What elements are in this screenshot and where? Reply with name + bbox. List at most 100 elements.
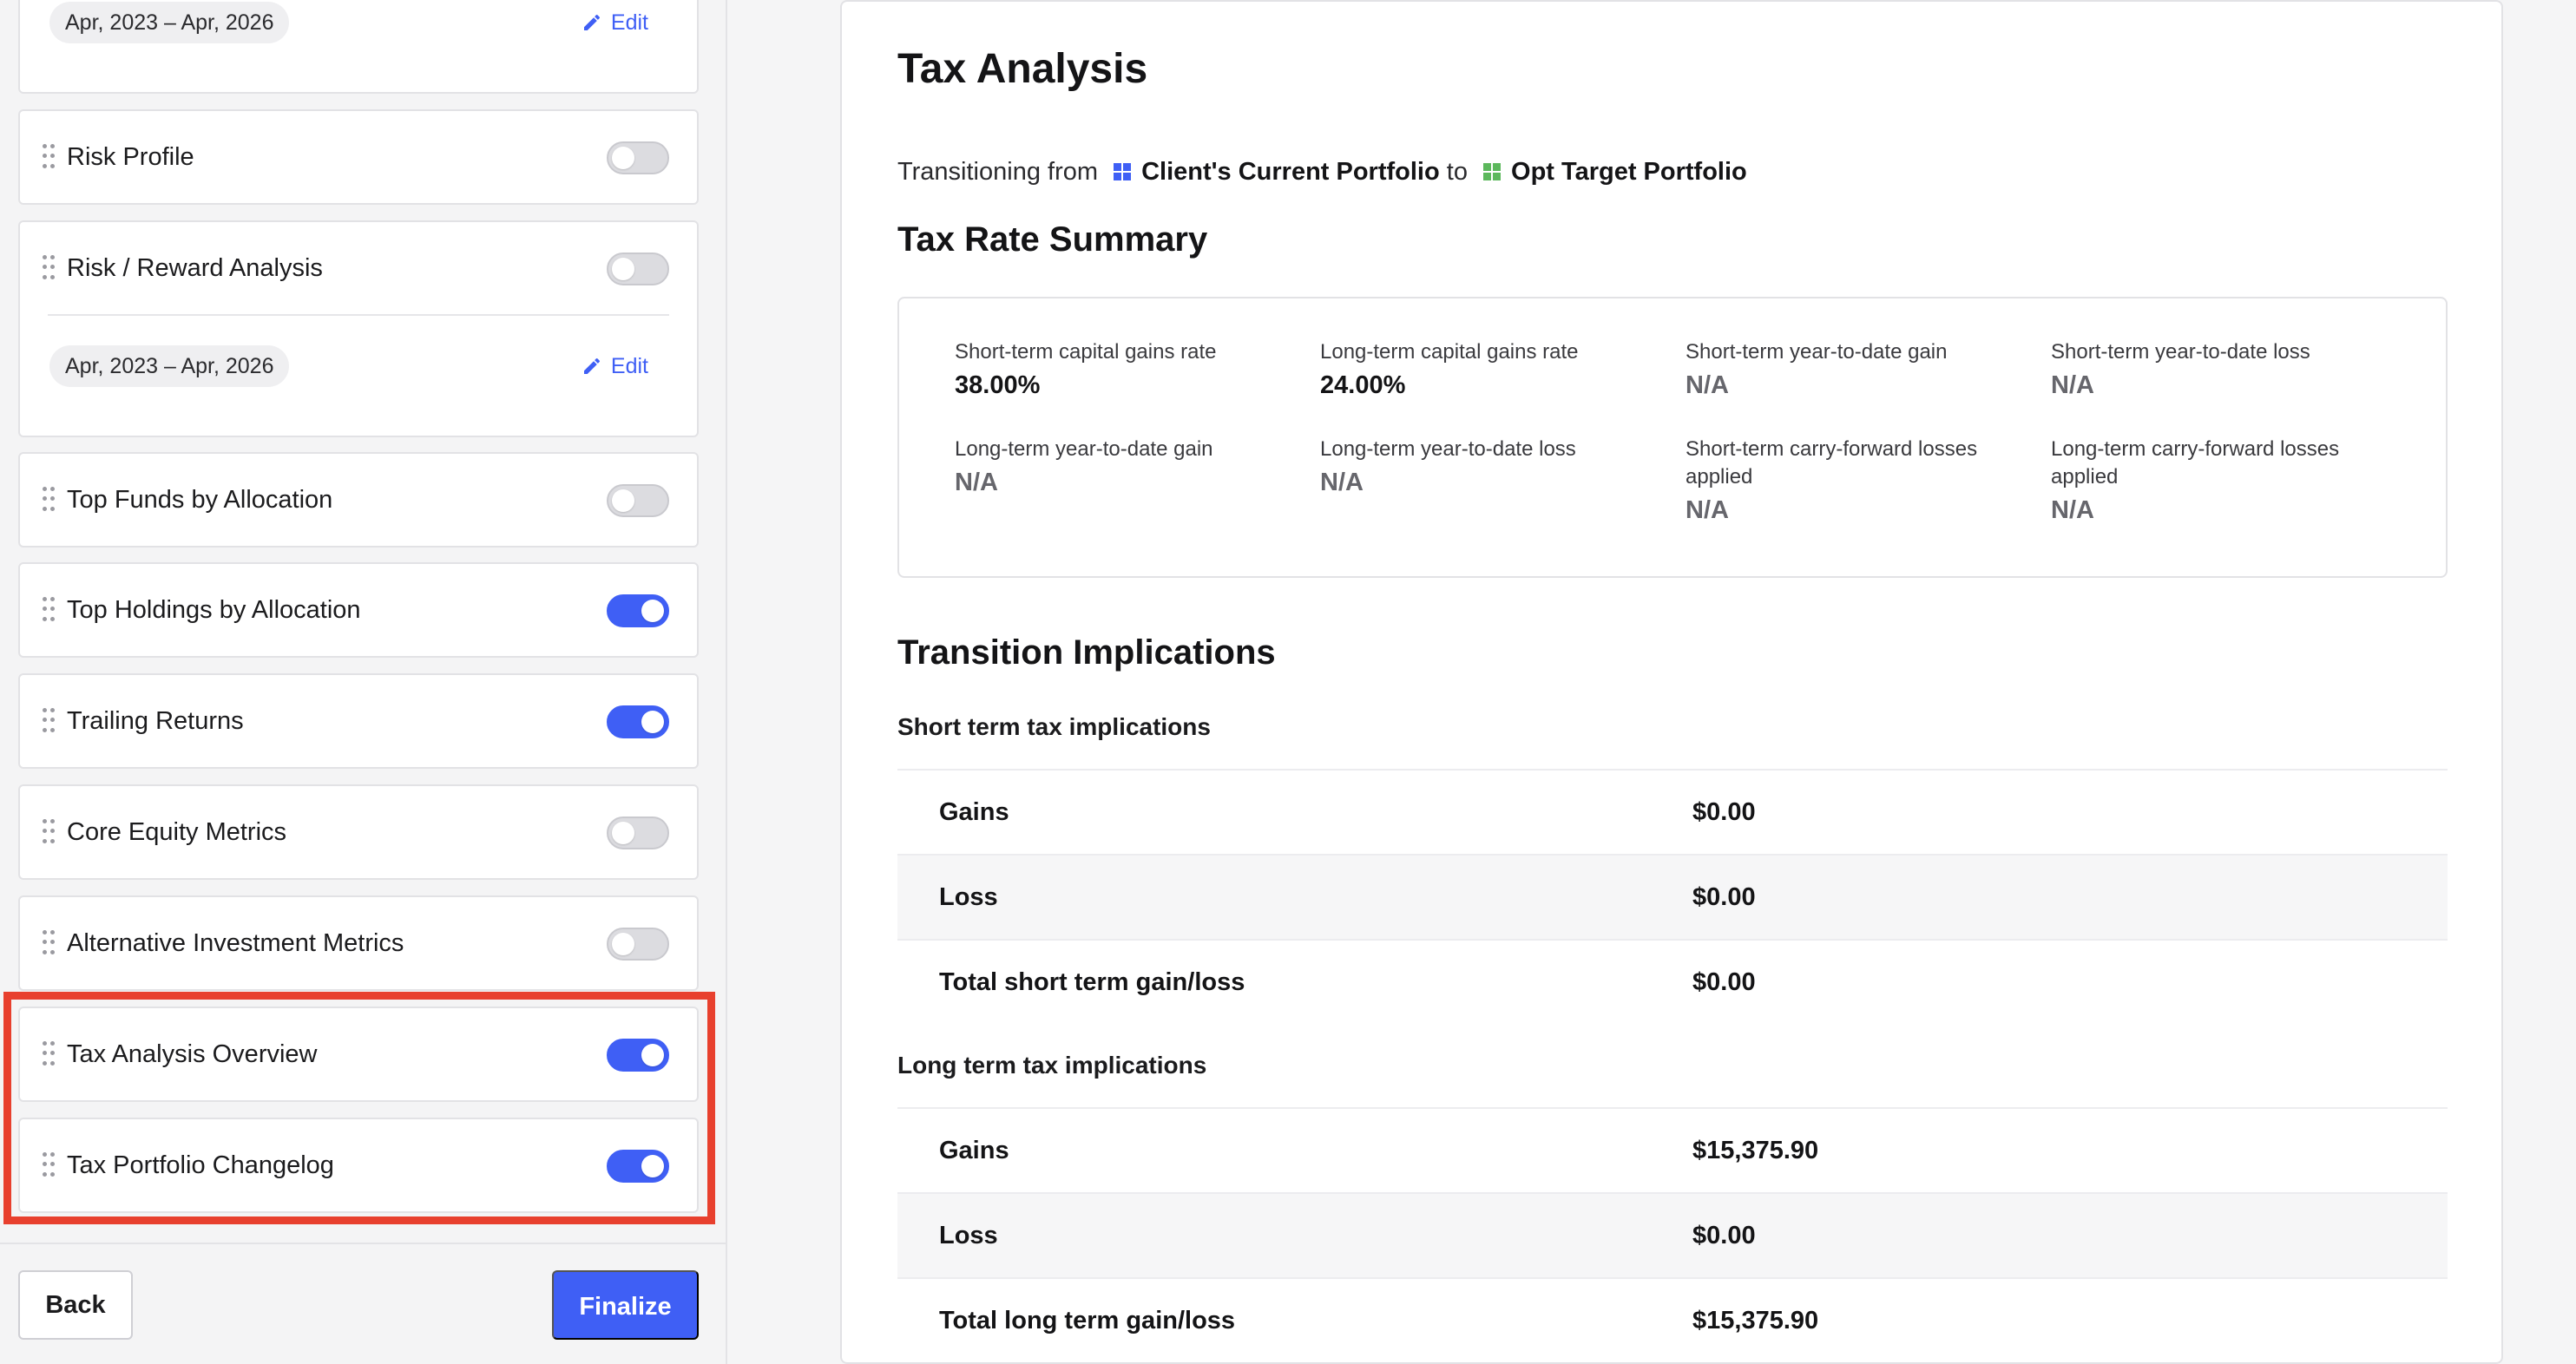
tax-rate-summary-heading: Tax Rate Summary	[897, 220, 1208, 259]
row-value: $15,375.90	[1692, 1137, 1819, 1164]
row-label: Total short term gain/loss	[939, 968, 1245, 996]
grid-icon	[1114, 163, 1133, 182]
drag-handle-icon[interactable]	[43, 597, 55, 623]
date-range-pill: Apr, 2023 – Apr, 2026	[49, 345, 290, 387]
to-portfolio-name: Opt Target Portfolio	[1511, 158, 1747, 186]
transition-summary: Transitioning from Client's Current Port…	[897, 158, 1747, 187]
tax-rate-summary-card: Short-term capital gains rate 38.00% Lon…	[897, 297, 2448, 578]
metric-value: 24.00%	[1320, 371, 1406, 399]
section-card-top-funds: Top Funds by Allocation	[18, 452, 699, 548]
section-toggle[interactable]	[607, 484, 669, 517]
section-label: Core Equity Metrics	[67, 818, 287, 846]
section-label: Tax Portfolio Changelog	[67, 1151, 334, 1179]
metric-label: Short-term carry-forward losses applied	[1686, 437, 1978, 489]
edit-date-range-link[interactable]: Edit	[582, 345, 648, 387]
row-value: $0.00	[1692, 1222, 1756, 1249]
metric-label: Long-term year-to-date gain	[955, 437, 1213, 461]
section-toggle[interactable]	[607, 928, 669, 961]
section-label: Risk Profile	[67, 143, 194, 171]
edit-label: Edit	[610, 10, 648, 35]
transition-prefix: Transitioning from	[897, 158, 1099, 186]
drag-handle-icon[interactable]	[43, 1041, 55, 1067]
drag-handle-icon[interactable]	[43, 819, 55, 845]
metric-label: Long-term year-to-date loss	[1320, 437, 1576, 461]
metric-label: Long-term carry-forward losses applied	[2051, 437, 2340, 489]
section-card-trailing-returns: Trailing Returns	[18, 673, 699, 769]
metric-st-ytd-loss: Short-term year-to-date loss N/A	[2051, 338, 2398, 404]
drag-handle-icon[interactable]	[43, 1152, 55, 1178]
metric-label: Long-term capital gains rate	[1320, 340, 1579, 364]
section-card-alternative-investment-metrics: Alternative Investment Metrics	[18, 895, 699, 991]
section-toggle[interactable]	[607, 816, 669, 849]
section-label: Alternative Investment Metrics	[67, 929, 404, 957]
metric-lt-capital-gains-rate: Long-term capital gains rate 24.00%	[1320, 338, 1667, 404]
metric-value: N/A	[1686, 496, 1729, 524]
drag-handle-icon[interactable]	[43, 930, 55, 956]
section-toggle[interactable]	[607, 252, 669, 285]
row-label: Loss	[939, 883, 998, 911]
section-toggle[interactable]	[607, 594, 669, 627]
date-range-pill: Apr, 2023 – Apr, 2026	[49, 2, 290, 43]
row-label: Gains	[939, 798, 1009, 826]
section-card-tax-analysis-overview: Tax Analysis Overview	[18, 1007, 699, 1102]
app-root: Apr, 2023 – Apr, 2026 Edit Risk Profile …	[0, 0, 2576, 1364]
row-value: $0.00	[1692, 883, 1756, 911]
transition-connector: to	[1446, 158, 1468, 186]
metric-label: Short-term year-to-date loss	[2051, 340, 2310, 364]
section-card-previous: Apr, 2023 – Apr, 2026 Edit	[18, 0, 699, 94]
section-label: Risk / Reward Analysis	[67, 254, 323, 282]
transition-implications-heading: Transition Implications	[897, 633, 1276, 672]
table-row: Loss $0.00	[897, 1192, 2448, 1277]
metric-st-ytd-gain: Short-term year-to-date gain N/A	[1686, 338, 2033, 404]
metric-st-capital-gains-rate: Short-term capital gains rate 38.00%	[955, 338, 1302, 404]
row-value: $0.00	[1692, 968, 1756, 996]
page-title: Tax Analysis	[897, 46, 1148, 92]
table-row: Total short term gain/loss $0.00	[897, 939, 2448, 1024]
section-card-tax-portfolio-changelog: Tax Portfolio Changelog	[18, 1118, 699, 1213]
section-card-risk-reward-analysis: Risk / Reward Analysis Apr, 2023 – Apr, …	[18, 220, 699, 437]
section-toggle[interactable]	[607, 705, 669, 738]
section-toggle[interactable]	[607, 141, 669, 174]
metric-st-carry-forward-losses: Short-term carry-forward losses applied N…	[1686, 436, 2033, 529]
section-card-top-holdings: Top Holdings by Allocation	[18, 562, 699, 658]
section-label: Top Holdings by Allocation	[67, 596, 361, 624]
tax-analysis-preview: Tax Analysis Transitioning from Client's…	[840, 0, 2503, 1364]
row-label: Loss	[939, 1222, 998, 1249]
footer-divider	[0, 1243, 726, 1244]
from-portfolio-name: Client's Current Portfolio	[1141, 158, 1440, 186]
metric-value: N/A	[955, 469, 998, 496]
section-card-risk-profile: Risk Profile	[18, 109, 699, 205]
metric-value: N/A	[1320, 469, 1364, 496]
divider	[48, 314, 669, 316]
section-label: Trailing Returns	[67, 707, 244, 735]
drag-handle-icon[interactable]	[43, 144, 55, 170]
row-value: $0.00	[1692, 798, 1756, 826]
finalize-button[interactable]: Finalize	[552, 1270, 699, 1340]
row-label: Gains	[939, 1137, 1009, 1164]
table-row: Gains $15,375.90	[897, 1107, 2448, 1192]
grid-icon	[1483, 163, 1502, 182]
drag-handle-icon[interactable]	[43, 487, 55, 513]
metric-label: Short-term year-to-date gain	[1686, 340, 1948, 364]
edit-date-range-link[interactable]: Edit	[582, 2, 648, 43]
metric-lt-ytd-gain: Long-term year-to-date gain N/A	[955, 436, 1302, 502]
back-button[interactable]: Back	[18, 1270, 133, 1340]
long-term-heading: Long term tax implications	[897, 1052, 1207, 1079]
section-label: Top Funds by Allocation	[67, 486, 333, 514]
edit-label: Edit	[610, 354, 648, 378]
row-label: Total long term gain/loss	[939, 1307, 1236, 1334]
table-row: Loss $0.00	[897, 854, 2448, 939]
pencil-icon	[583, 15, 600, 30]
section-label: Tax Analysis Overview	[67, 1040, 318, 1068]
drag-handle-icon[interactable]	[43, 255, 55, 281]
table-row: Total long term gain/loss $15,375.90	[897, 1277, 2448, 1362]
metric-label: Short-term capital gains rate	[955, 340, 1217, 364]
section-toggle[interactable]	[607, 1150, 669, 1183]
metric-lt-carry-forward-losses: Long-term carry-forward losses applied N/…	[2051, 436, 2398, 529]
section-toggle[interactable]	[607, 1039, 669, 1072]
short-term-heading: Short term tax implications	[897, 713, 1211, 740]
drag-handle-icon[interactable]	[43, 708, 55, 734]
report-sections-sidebar: Apr, 2023 – Apr, 2026 Edit Risk Profile …	[0, 0, 727, 1364]
metric-value: 38.00%	[955, 371, 1041, 399]
metric-lt-ytd-loss: Long-term year-to-date loss N/A	[1320, 436, 1667, 502]
